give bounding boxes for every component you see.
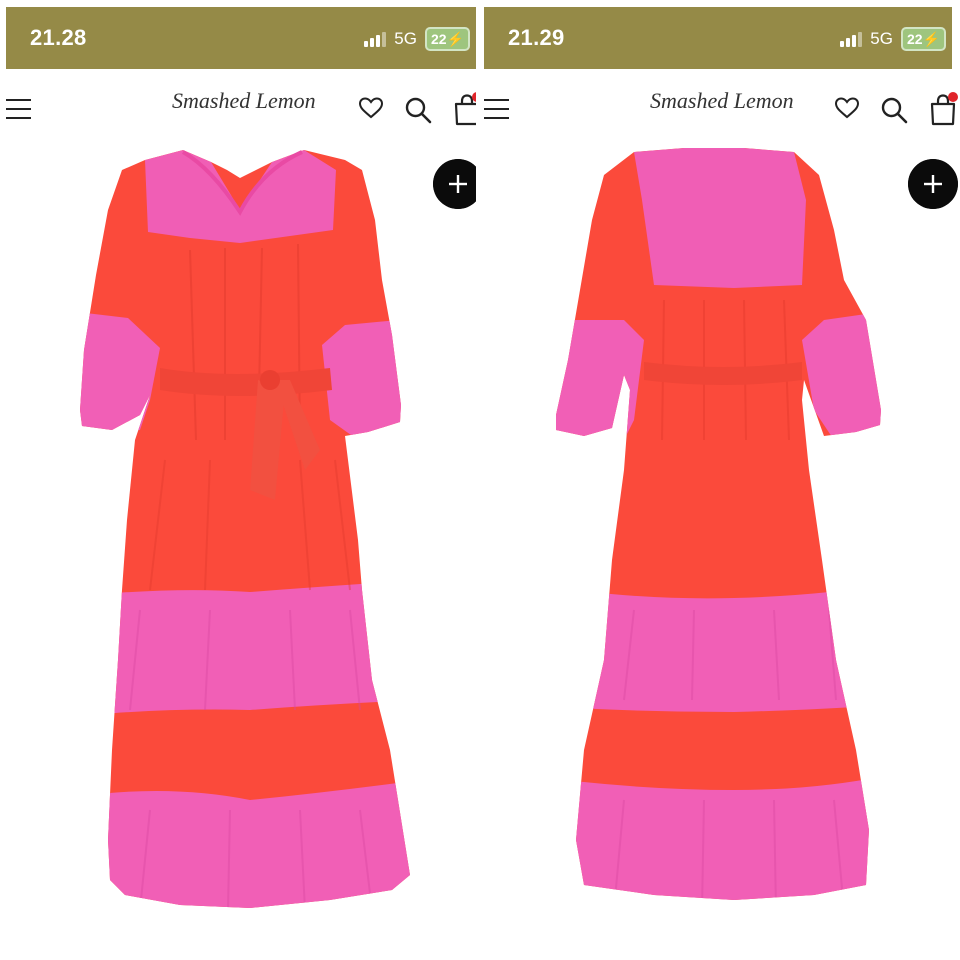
product-image-front[interactable]: [0, 140, 476, 930]
shopping-bag-icon[interactable]: [452, 92, 476, 126]
shopping-bag-icon[interactable]: [928, 92, 958, 126]
heart-icon[interactable]: [834, 96, 860, 120]
screenshot-left: 21.28 5G 22 ⚡ Smashed Lemon: [0, 0, 476, 960]
search-icon[interactable]: [404, 96, 432, 124]
network-label: 5G: [870, 29, 893, 48]
brand-logo[interactable]: Smashed Lemon: [650, 88, 794, 114]
status-time: 21.29: [508, 25, 565, 50]
menu-icon[interactable]: [6, 98, 32, 120]
status-indicators: 5G 22 ⚡: [840, 27, 946, 51]
site-header: Smashed Lemon: [484, 78, 960, 140]
signal-icon: [364, 31, 387, 47]
cart-badge: [948, 92, 958, 102]
screenshot-right: 21.29 5G 22 ⚡ Smashed Lemon: [484, 0, 960, 960]
heart-icon[interactable]: [358, 96, 384, 120]
status-indicators: 5G 22 ⚡: [364, 27, 470, 51]
battery-icon: 22 ⚡: [424, 27, 470, 51]
charging-icon: ⚡: [922, 30, 940, 47]
status-bar: 21.29 5G 22 ⚡: [484, 7, 952, 69]
signal-icon: [840, 31, 863, 47]
network-label: 5G: [394, 29, 417, 48]
brand-logo[interactable]: Smashed Lemon: [172, 88, 316, 114]
status-time: 21.28: [30, 25, 87, 50]
charging-icon: ⚡: [446, 30, 464, 47]
battery-level: 22: [430, 31, 447, 47]
battery-icon: 22 ⚡: [900, 27, 946, 51]
search-icon[interactable]: [880, 96, 908, 124]
site-header: Smashed Lemon: [0, 78, 476, 140]
battery-level: 22: [906, 31, 923, 47]
status-bar: 21.28 5G 22 ⚡: [6, 7, 476, 69]
menu-icon[interactable]: [484, 98, 510, 120]
product-image-back[interactable]: [484, 140, 960, 930]
